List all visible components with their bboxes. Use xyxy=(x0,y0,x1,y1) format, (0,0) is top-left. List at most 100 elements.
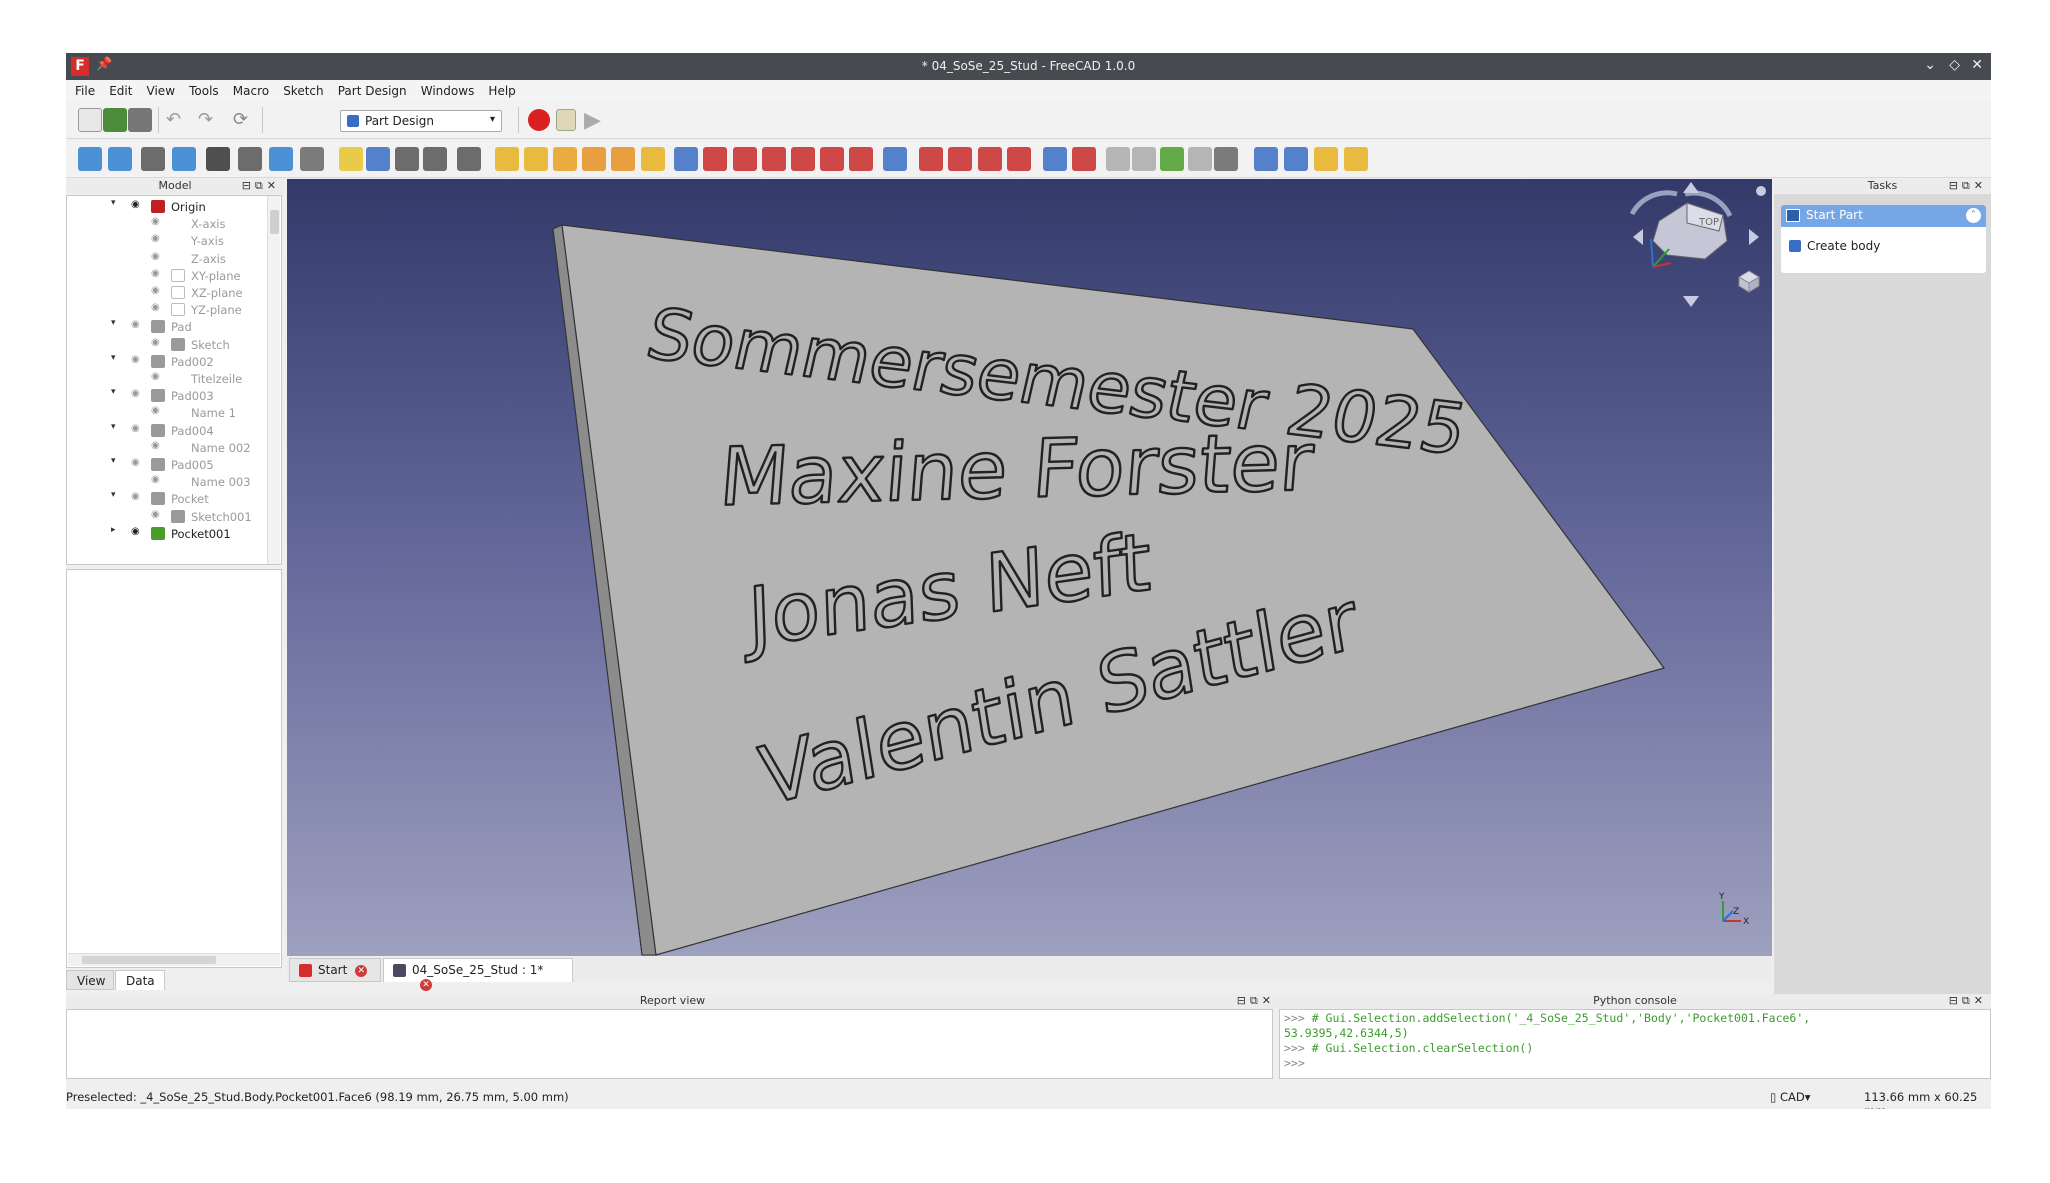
new-document-icon[interactable] xyxy=(78,108,102,132)
subtractive-pipe-icon[interactable] xyxy=(791,147,815,171)
hidden-eye-icon[interactable]: ◉ xyxy=(151,509,165,521)
open-document-icon[interactable] xyxy=(103,108,127,132)
boolean-icon[interactable] xyxy=(883,147,907,171)
view-isometric-icon[interactable] xyxy=(141,147,165,171)
dock-buttons[interactable]: ⊟⧉✕ xyxy=(1237,994,1275,1008)
collapse-arrow-icon[interactable]: ▾ xyxy=(111,456,116,466)
menu-macro[interactable]: Macro xyxy=(233,84,269,98)
hidden-eye-icon[interactable]: ◉ xyxy=(131,319,145,331)
collapse-arrow-icon[interactable]: ▾ xyxy=(111,387,116,397)
collapse-arrow-icon[interactable]: ▾ xyxy=(111,490,116,500)
close-tab-icon[interactable]: ✕ xyxy=(420,978,432,991)
group-icon[interactable] xyxy=(366,147,390,171)
hidden-eye-icon[interactable]: ◉ xyxy=(131,388,145,400)
navigation-cube[interactable]: TOP xyxy=(1629,182,1766,307)
python-console-output[interactable]: >>> # Gui.Selection.addSelection('_4_SoS… xyxy=(1279,1009,1991,1079)
menu-sketch[interactable]: Sketch xyxy=(283,84,323,98)
measure-icon[interactable] xyxy=(300,147,324,171)
start-part-header[interactable]: Start Part ˄ xyxy=(1781,205,1986,227)
link-icon[interactable] xyxy=(395,147,419,171)
tab-view[interactable]: View xyxy=(66,970,114,990)
dimension-readout[interactable]: 113.66 mm x 60.25 mm▾ xyxy=(1864,1090,1991,1109)
hole-icon[interactable] xyxy=(703,147,727,171)
menu-help[interactable]: Help xyxy=(488,84,515,98)
property-hscrollbar[interactable] xyxy=(68,953,280,966)
visibility-eye-icon[interactable]: ◉ xyxy=(131,199,145,211)
mirrored-icon[interactable] xyxy=(1254,147,1278,171)
sketch-create-icon[interactable] xyxy=(1072,147,1096,171)
menu-tools[interactable]: Tools xyxy=(189,84,219,98)
collapse-arrow-icon[interactable]: ▾ xyxy=(111,318,116,328)
subtractive-helix-icon[interactable] xyxy=(820,147,844,171)
menu-file[interactable]: File xyxy=(75,84,95,98)
shapebinder-icon[interactable] xyxy=(1160,147,1184,171)
workbench-selector[interactable]: Part Design ▾ xyxy=(340,110,502,132)
3d-scene[interactable]: Sommersemester 2025 Maxine Forster Jonas… xyxy=(287,179,1772,956)
dock-buttons[interactable]: ⊟⧉✕ xyxy=(242,179,280,193)
menu-part-design[interactable]: Part Design xyxy=(338,84,407,98)
create-body-action[interactable]: Create body xyxy=(1789,239,1880,253)
dock-buttons[interactable]: ⊟⧉✕ xyxy=(1949,994,1987,1008)
groove-icon[interactable] xyxy=(733,147,757,171)
redo-icon[interactable]: ↷ xyxy=(198,109,222,133)
hidden-eye-icon[interactable]: ◉ xyxy=(131,491,145,503)
hidden-eye-icon[interactable]: ◉ xyxy=(151,251,165,263)
multitransform-icon[interactable] xyxy=(1344,147,1368,171)
subtractive-primitive-icon[interactable] xyxy=(849,147,873,171)
std-views-icon[interactable] xyxy=(238,147,262,171)
hidden-eye-icon[interactable]: ◉ xyxy=(131,423,145,435)
hidden-eye-icon[interactable]: ◉ xyxy=(151,371,165,383)
tab-document[interactable]: 04_SoSe_25_Stud : 1*✕ xyxy=(383,958,573,991)
chamfer-icon[interactable] xyxy=(948,147,972,171)
thickness-icon[interactable] xyxy=(1007,147,1031,171)
macro-editor-icon[interactable] xyxy=(556,109,576,131)
hidden-eye-icon[interactable]: ◉ xyxy=(151,268,165,280)
hidden-eye-icon[interactable]: ◉ xyxy=(151,440,165,452)
hidden-eye-icon[interactable]: ◉ xyxy=(151,216,165,228)
hidden-eye-icon[interactable]: ◉ xyxy=(151,405,165,417)
hidden-eye-icon[interactable]: ◉ xyxy=(151,285,165,297)
fit-all-icon[interactable] xyxy=(78,147,102,171)
menu-view[interactable]: View xyxy=(147,84,175,98)
additive-primitive-icon[interactable] xyxy=(641,147,665,171)
hidden-eye-icon[interactable]: ◉ xyxy=(151,302,165,314)
draft-icon[interactable] xyxy=(978,147,1002,171)
body-icon[interactable] xyxy=(1043,147,1067,171)
subtractive-loft-icon[interactable] xyxy=(762,147,786,171)
linear-pattern-icon[interactable] xyxy=(1284,147,1308,171)
refresh-icon[interactable]: ⟳ xyxy=(233,109,257,133)
collapse-arrow-icon[interactable]: ▾ xyxy=(111,353,116,363)
fit-selection-icon[interactable] xyxy=(108,147,132,171)
hidden-eye-icon[interactable]: ◉ xyxy=(151,474,165,486)
collapse-arrow-icon[interactable]: ▾ xyxy=(111,422,116,432)
report-output[interactable] xyxy=(66,1009,1273,1079)
pocket-icon[interactable] xyxy=(674,147,698,171)
revolve-icon[interactable] xyxy=(524,147,548,171)
navigation-style-selector[interactable]: ▯ CAD▾ xyxy=(1770,1090,1811,1104)
collapse-icon[interactable]: ˄ xyxy=(1966,208,1981,223)
fillet-icon[interactable] xyxy=(919,147,943,171)
expand-arrow-icon[interactable]: ▸ xyxy=(111,525,116,535)
hidden-eye-icon[interactable]: ◉ xyxy=(131,457,145,469)
maximize-button[interactable]: ◇ xyxy=(1949,57,1960,73)
tab-start[interactable]: Start ✕ xyxy=(289,958,381,982)
tree-scrollbar[interactable] xyxy=(267,196,280,564)
datum-icon[interactable] xyxy=(1214,147,1238,171)
minimize-button[interactable]: ⌄ xyxy=(1924,57,1936,73)
whats-this-icon[interactable] xyxy=(457,147,481,171)
draw-style-icon[interactable] xyxy=(206,147,230,171)
tab-data[interactable]: Data xyxy=(115,970,165,990)
zoom-icon[interactable] xyxy=(269,147,293,171)
bounding-box-icon[interactable] xyxy=(172,147,196,171)
dock-buttons[interactable]: ⊟⧉✕ xyxy=(1949,179,1987,193)
part-icon[interactable] xyxy=(339,147,363,171)
collapse-arrow-icon[interactable]: ▾ xyxy=(111,198,116,208)
menu-edit[interactable]: Edit xyxy=(109,84,132,98)
additive-loft-icon[interactable] xyxy=(553,147,577,171)
save-document-icon[interactable] xyxy=(128,108,152,132)
run-macro-icon[interactable]: ▶ xyxy=(584,108,608,133)
undo-icon[interactable]: ↶ xyxy=(166,109,190,133)
visibility-eye-icon[interactable]: ◉ xyxy=(131,526,145,538)
expression-icon[interactable] xyxy=(423,147,447,171)
record-macro-icon[interactable] xyxy=(528,109,550,131)
